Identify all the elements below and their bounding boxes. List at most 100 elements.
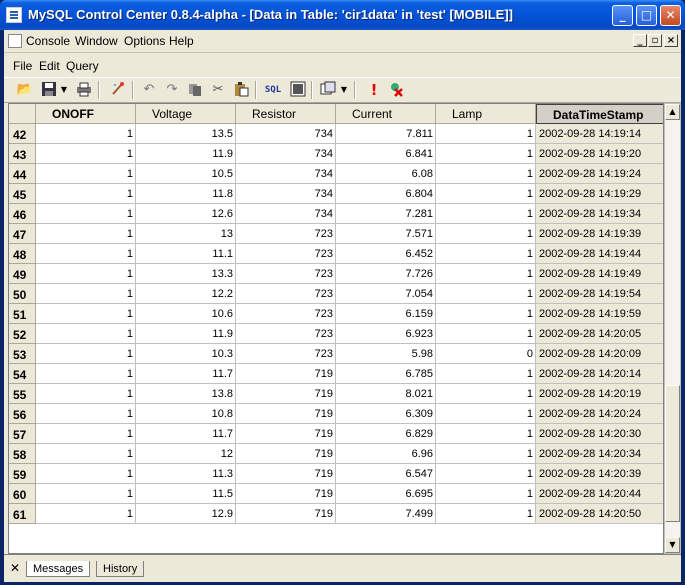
cell-current[interactable]: 6.309 [336, 404, 436, 424]
row-number[interactable]: 45 [9, 184, 36, 204]
cell-voltage[interactable]: 12.6 [136, 204, 236, 224]
cell-current[interactable]: 6.547 [336, 464, 436, 484]
cell-current[interactable]: 7.726 [336, 264, 436, 284]
row-number[interactable]: 61 [9, 504, 36, 524]
table-row[interactable]: 49 1 13.3 723 7.726 1 2002-09-28 14:19:49 [9, 264, 663, 284]
cell-resistor[interactable]: 734 [236, 124, 336, 144]
cell-voltage[interactable]: 13.3 [136, 264, 236, 284]
cell-resistor[interactable]: 719 [236, 404, 336, 424]
cell-lamp[interactable]: 1 [436, 324, 536, 344]
maximize-button[interactable]: □ [636, 5, 657, 26]
cell-datatimestamp[interactable]: 2002-09-28 14:19:44 [536, 244, 663, 264]
row-number[interactable]: 57 [9, 424, 36, 444]
cell-voltage[interactable]: 10.3 [136, 344, 236, 364]
copy-icon[interactable] [185, 81, 205, 99]
column-header-voltage[interactable]: Voltage [136, 104, 236, 124]
table-row[interactable]: 53 1 10.3 723 5.98 0 2002-09-28 14:20:09 [9, 344, 663, 364]
cell-voltage[interactable]: 12.9 [136, 504, 236, 524]
table-row[interactable]: 57 1 11.7 719 6.829 1 2002-09-28 14:20:30 [9, 424, 663, 444]
menu-help[interactable]: Help [169, 34, 194, 48]
cell-datatimestamp[interactable]: 2002-09-28 14:19:14 [536, 124, 663, 144]
table-row[interactable]: 47 1 13 723 7.571 1 2002-09-28 14:19:39 [9, 224, 663, 244]
cell-voltage[interactable]: 11.9 [136, 144, 236, 164]
cell-resistor[interactable]: 734 [236, 204, 336, 224]
menu-console[interactable]: Console [26, 34, 70, 48]
row-number[interactable]: 59 [9, 464, 36, 484]
cell-lamp[interactable]: 1 [436, 384, 536, 404]
cell-lamp[interactable]: 1 [436, 124, 536, 144]
cell-onoff[interactable]: 1 [36, 204, 136, 224]
cell-lamp[interactable]: 1 [436, 364, 536, 384]
cell-voltage[interactable]: 11.3 [136, 464, 236, 484]
cell-onoff[interactable]: 1 [36, 364, 136, 384]
row-number[interactable]: 44 [9, 164, 36, 184]
cell-resistor[interactable]: 719 [236, 464, 336, 484]
cell-lamp[interactable]: 1 [436, 404, 536, 424]
row-number[interactable]: 47 [9, 224, 36, 244]
clear-icon[interactable] [108, 81, 128, 99]
cell-lamp[interactable]: 0 [436, 344, 536, 364]
undo-icon[interactable]: ↶ [139, 81, 159, 99]
cell-onoff[interactable]: 1 [36, 424, 136, 444]
close-panel-icon[interactable]: ✕ [10, 561, 20, 575]
row-number[interactable]: 60 [9, 484, 36, 504]
cell-onoff[interactable]: 1 [36, 464, 136, 484]
cell-datatimestamp[interactable]: 2002-09-28 14:20:19 [536, 384, 663, 404]
save-dropdown-icon[interactable]: ▼ [60, 81, 68, 99]
cell-datatimestamp[interactable]: 2002-09-28 14:19:39 [536, 224, 663, 244]
cell-onoff[interactable]: 1 [36, 224, 136, 244]
cell-onoff[interactable]: 1 [36, 404, 136, 424]
cell-resistor[interactable]: 723 [236, 244, 336, 264]
vertical-scrollbar[interactable]: ▲ ▼ [664, 103, 681, 554]
cell-lamp[interactable]: 1 [436, 204, 536, 224]
mdi-restore-button[interactable]: ▫ [648, 34, 662, 47]
cell-lamp[interactable]: 1 [436, 144, 536, 164]
cell-voltage[interactable]: 12.2 [136, 284, 236, 304]
cell-current[interactable]: 6.829 [336, 424, 436, 444]
cell-onoff[interactable]: 1 [36, 484, 136, 504]
row-number[interactable]: 55 [9, 384, 36, 404]
table-row[interactable]: 61 1 12.9 719 7.499 1 2002-09-28 14:20:50 [9, 504, 663, 524]
row-number[interactable]: 52 [9, 324, 36, 344]
minimize-button[interactable]: _ [612, 5, 633, 26]
cell-voltage[interactable]: 11.9 [136, 324, 236, 344]
cell-current[interactable]: 6.96 [336, 444, 436, 464]
cell-current[interactable]: 6.695 [336, 484, 436, 504]
cell-onoff[interactable]: 1 [36, 344, 136, 364]
cell-current[interactable]: 7.281 [336, 204, 436, 224]
mdi-close-button[interactable]: × [664, 34, 678, 47]
paste-icon[interactable] [231, 81, 251, 99]
cell-datatimestamp[interactable]: 2002-09-28 14:20:05 [536, 324, 663, 344]
cell-lamp[interactable]: 1 [436, 484, 536, 504]
cell-lamp[interactable]: 1 [436, 444, 536, 464]
cell-resistor[interactable]: 723 [236, 304, 336, 324]
table-row[interactable]: 46 1 12.6 734 7.281 1 2002-09-28 14:19:34 [9, 204, 663, 224]
row-number[interactable]: 53 [9, 344, 36, 364]
cell-onoff[interactable]: 1 [36, 324, 136, 344]
cell-onoff[interactable]: 1 [36, 504, 136, 524]
cell-current[interactable]: 6.804 [336, 184, 436, 204]
execute-icon[interactable]: ! [364, 81, 384, 99]
mdi-minimize-button[interactable]: _ [633, 34, 647, 47]
cell-resistor[interactable]: 719 [236, 484, 336, 504]
cell-datatimestamp[interactable]: 2002-09-28 14:19:54 [536, 284, 663, 304]
table-row[interactable]: 42 1 13.5 734 7.811 1 2002-09-28 14:19:14 [9, 124, 663, 144]
menu-query[interactable]: Query [66, 59, 99, 73]
scroll-down-button[interactable]: ▼ [665, 537, 680, 553]
cell-resistor[interactable]: 719 [236, 364, 336, 384]
cell-datatimestamp[interactable]: 2002-09-28 14:20:44 [536, 484, 663, 504]
cell-resistor[interactable]: 723 [236, 284, 336, 304]
row-number[interactable]: 46 [9, 204, 36, 224]
cell-lamp[interactable]: 1 [436, 224, 536, 244]
cell-lamp[interactable]: 1 [436, 424, 536, 444]
menu-options[interactable]: Options [124, 34, 165, 48]
row-number[interactable]: 49 [9, 264, 36, 284]
cell-onoff[interactable]: 1 [36, 384, 136, 404]
cell-datatimestamp[interactable]: 2002-09-28 14:19:20 [536, 144, 663, 164]
cell-current[interactable]: 6.923 [336, 324, 436, 344]
cell-onoff[interactable]: 1 [36, 164, 136, 184]
column-header-resistor[interactable]: Resistor [236, 104, 336, 124]
cell-current[interactable]: 6.785 [336, 364, 436, 384]
cell-current[interactable]: 7.054 [336, 284, 436, 304]
cell-resistor[interactable]: 734 [236, 144, 336, 164]
